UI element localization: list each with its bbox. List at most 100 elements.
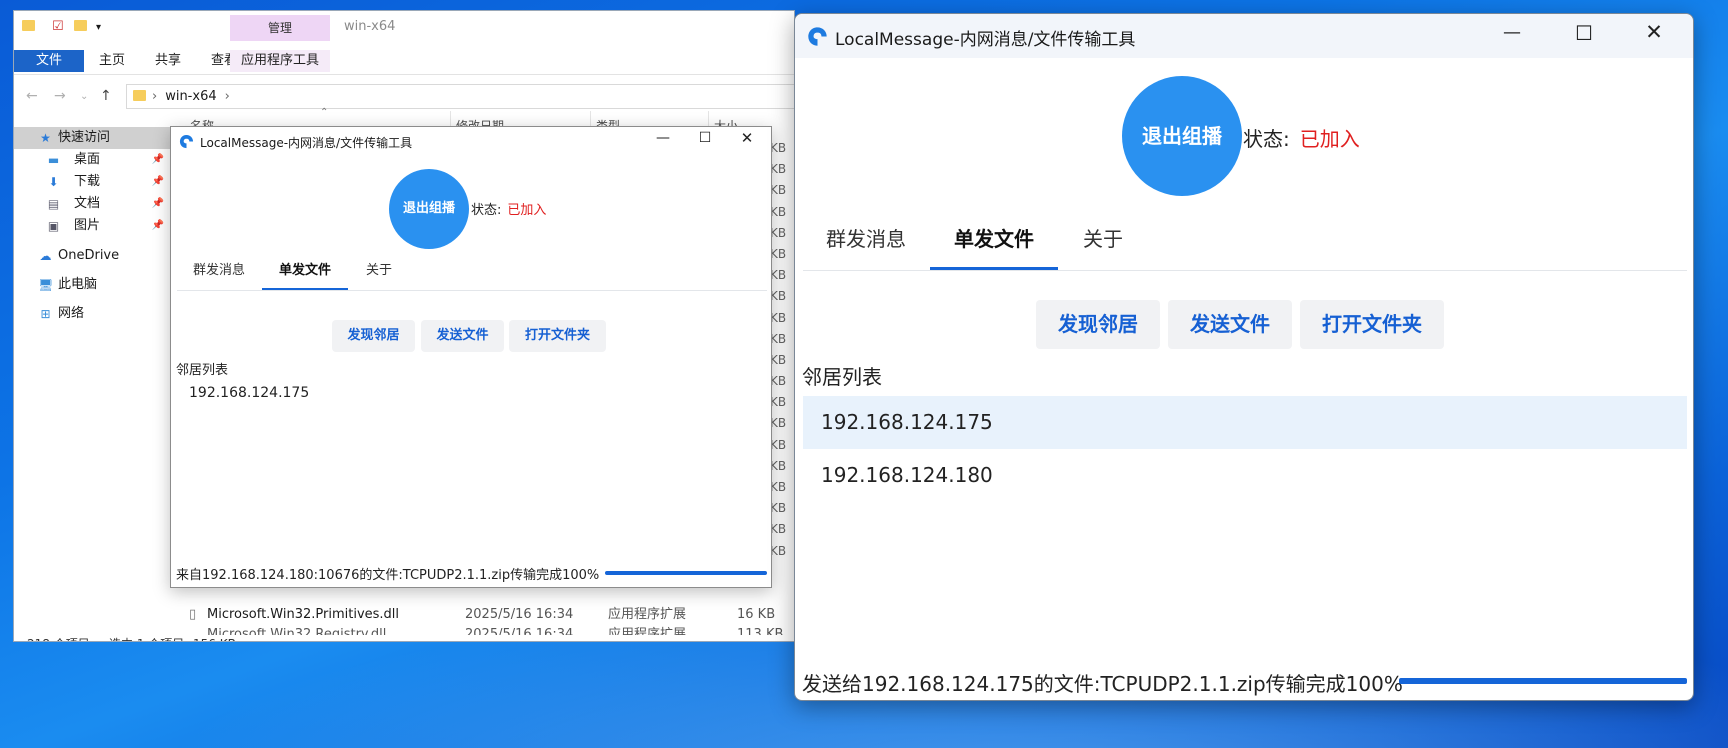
- computer-icon: 🖥: [38, 278, 54, 292]
- localmessage-window-large: LocalMessage-内网消息/文件传输工具 — ☐ ✕ 退出组播 状态: 已…: [794, 13, 1694, 701]
- explorer-status-bar: 218 个项目 选中 1 个项目 156 KB: [14, 633, 794, 641]
- size-cell: KB: [770, 543, 787, 558]
- neighbor-list-item[interactable]: 192.168.124.175: [176, 377, 766, 409]
- pin-icon: 📌: [151, 176, 164, 187]
- properties-icon[interactable]: ☑: [52, 19, 64, 34]
- close-icon[interactable]: ✕: [1639, 20, 1669, 44]
- transfer-progress-bar: [1399, 678, 1687, 684]
- manage-context-tab-header: 管理: [230, 15, 330, 41]
- exit-multicast-button[interactable]: 退出组播: [1122, 76, 1242, 196]
- tab-divider: [803, 270, 1687, 271]
- recent-dropdown-icon[interactable]: ⌄: [80, 91, 88, 102]
- tab-share[interactable]: 共享: [140, 50, 196, 72]
- tab-about[interactable]: 关于: [1058, 219, 1148, 259]
- file-name: Microsoft.Win32.Primitives.dll: [207, 607, 400, 622]
- address-input[interactable]: › win-x64 ›: [126, 84, 794, 109]
- maximize-icon[interactable]: ☐: [693, 130, 717, 146]
- send-file-button[interactable]: 发送文件: [1168, 300, 1292, 349]
- maximize-icon[interactable]: ☐: [1569, 21, 1599, 45]
- nav-item-desktop[interactable]: ▬ 桌面 📌: [14, 149, 172, 171]
- window-title: LocalMessage-内网消息/文件传输工具: [200, 136, 413, 150]
- explorer-titlebar: ☑ ▾ 管理 win-x64: [14, 11, 794, 43]
- size-column-peek: KB KB KB KB KB KB KB KB KB KB KB KB KB K…: [770, 141, 794, 565]
- status-label-text: 状态:: [471, 203, 502, 218]
- tab-file[interactable]: 文件: [14, 50, 84, 72]
- discover-neighbors-button[interactable]: 发现邻居: [1036, 300, 1160, 349]
- navigation-pane: ★ 快速访问 ▬ 桌面 📌 ⬇ 下载 📌 ▤ 文档 📌 ▣ 图片 📌 ☁ One…: [14, 115, 172, 595]
- tab-home[interactable]: 主页: [84, 50, 140, 72]
- pin-icon: 📌: [151, 198, 164, 209]
- folder-icon: [133, 90, 146, 101]
- nav-label: 此电脑: [58, 277, 98, 292]
- nav-item-network[interactable]: ⊞ 网络: [14, 303, 172, 325]
- size-cell: KB: [770, 331, 787, 346]
- app-logo-icon: [808, 27, 827, 46]
- discover-neighbors-button[interactable]: 发现邻居: [332, 320, 415, 352]
- desktop-icon: ▬: [47, 153, 60, 167]
- tab-about[interactable]: 关于: [347, 257, 411, 285]
- size-cell: KB: [770, 501, 787, 516]
- nav-item-quick-access[interactable]: ★ 快速访问: [14, 127, 172, 149]
- transfer-status-text: 来自192.168.124.180:10676的文件:TCPUDP2.1.1.z…: [176, 568, 600, 583]
- size-cell: KB: [770, 141, 787, 155]
- open-folder-button[interactable]: 打开文件夹: [509, 320, 606, 352]
- transfer-status-text: 发送给192.168.124.175的文件:TCPUDP2.1.1.zip传输完…: [802, 672, 1403, 696]
- nav-label: 快速访问: [58, 130, 111, 145]
- size-cell: KB: [770, 437, 787, 452]
- minimize-icon[interactable]: —: [651, 130, 675, 146]
- chevron-right-icon: ›: [152, 89, 158, 104]
- pin-icon: 📌: [151, 220, 164, 231]
- titlebar: LocalMessage-内网消息/文件传输工具 — ☐ ✕: [795, 14, 1693, 58]
- nav-item-this-pc[interactable]: 🖥 此电脑: [14, 274, 172, 296]
- size-cell: KB: [770, 225, 787, 240]
- transfer-progress-bar: [605, 571, 767, 575]
- up-icon[interactable]: ↑: [100, 88, 112, 104]
- tab-group-message[interactable]: 群发消息: [179, 257, 259, 285]
- status-label: 状态: 已加入: [471, 199, 546, 218]
- file-date: 2025/5/16 16:34: [465, 607, 574, 622]
- cloud-icon: ☁: [39, 249, 52, 263]
- address-text: win-x64: [165, 89, 217, 104]
- exit-multicast-button[interactable]: 退出组播: [389, 169, 469, 249]
- chevron-right-icon: ›: [224, 89, 230, 104]
- nav-label: 桌面: [74, 152, 101, 167]
- selected-size: 156 KB: [193, 633, 236, 641]
- size-cell: KB: [770, 458, 787, 473]
- nav-label: 文档: [74, 196, 101, 211]
- size-cell: KB: [770, 352, 787, 367]
- tab-single-file[interactable]: 单发文件: [262, 257, 348, 285]
- neighbors-label: 邻居列表: [176, 363, 229, 378]
- open-folder-button[interactable]: 打开文件夹: [1300, 300, 1444, 349]
- tab-divider: [177, 290, 767, 291]
- download-icon: ⬇: [48, 175, 59, 189]
- nav-item-documents[interactable]: ▤ 文档 📌: [14, 193, 172, 215]
- star-icon: ★: [40, 131, 51, 145]
- ribbon-tabs: 文件 主页 共享 查看 应用程序工具: [14, 43, 794, 75]
- nav-label: 网络: [58, 306, 85, 321]
- new-folder-icon[interactable]: [74, 19, 93, 34]
- file-size: 16 KB: [737, 607, 776, 622]
- nav-label: 下载: [74, 174, 101, 189]
- nav-item-pictures[interactable]: ▣ 图片 📌: [14, 215, 172, 237]
- tab-group-message[interactable]: 群发消息: [811, 219, 921, 259]
- forward-icon[interactable]: →: [54, 88, 66, 104]
- neighbor-list-item[interactable]: 192.168.124.180: [803, 449, 1687, 502]
- neighbor-list-item[interactable]: 192.168.124.175: [803, 396, 1687, 449]
- back-icon[interactable]: ←: [26, 88, 38, 104]
- sort-up-icon: ⌃: [320, 107, 329, 118]
- size-cell: KB: [770, 310, 787, 325]
- folder-icon: [22, 19, 41, 34]
- size-cell: KB: [770, 289, 787, 304]
- tab-application-tools[interactable]: 应用程序工具: [230, 50, 330, 72]
- minimize-icon[interactable]: —: [1497, 22, 1527, 43]
- nav-item-downloads[interactable]: ⬇ 下载 📌: [14, 171, 172, 193]
- size-cell: KB: [770, 395, 787, 410]
- status-value: 已加入: [507, 203, 547, 218]
- file-row[interactable]: ▯ Microsoft.Win32.Primitives.dll 2025/5/…: [189, 605, 789, 625]
- tab-single-file[interactable]: 单发文件: [930, 219, 1058, 259]
- quick-access-dropdown-icon[interactable]: ▾: [96, 22, 101, 33]
- send-file-button[interactable]: 发送文件: [421, 320, 504, 352]
- close-icon[interactable]: ✕: [735, 129, 759, 147]
- status-value: 已加入: [1299, 127, 1360, 151]
- nav-item-onedrive[interactable]: ☁ OneDrive: [14, 245, 172, 267]
